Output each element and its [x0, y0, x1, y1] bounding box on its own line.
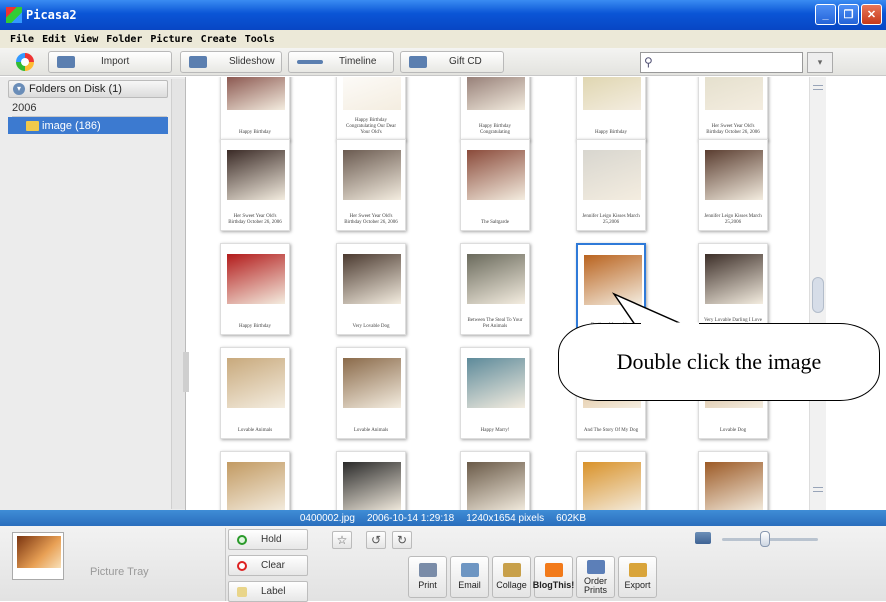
rotate-left-button[interactable]: ↺: [366, 531, 386, 549]
zoom-icon: [695, 532, 711, 544]
email-button[interactable]: Email: [450, 556, 489, 598]
label-icon: [237, 586, 247, 597]
clear-button[interactable]: Clear: [228, 555, 308, 576]
print-button[interactable]: Print: [408, 556, 447, 598]
status-filename: 0400002.jpg: [299, 512, 355, 524]
clear-icon: [237, 560, 247, 571]
blogger-icon: [544, 563, 563, 577]
status-dimensions: 1240x1654 pixels: [466, 512, 545, 524]
email-icon: [460, 563, 479, 577]
zoom-slider-knob[interactable]: [760, 531, 771, 547]
blogthis-button[interactable]: BlogThis!: [533, 556, 574, 598]
export-button[interactable]: Export: [618, 556, 657, 598]
label-button[interactable]: Label: [228, 581, 308, 602]
order-prints-icon: [586, 560, 605, 574]
order-prints-button[interactable]: Order Prints: [576, 556, 615, 598]
picture-tray-label: Picture Tray: [90, 566, 149, 578]
status-filesize: 602KB: [556, 512, 587, 524]
export-icon: [628, 563, 647, 577]
hold-button[interactable]: Hold: [228, 529, 308, 550]
collage-button[interactable]: Collage: [492, 556, 531, 598]
action-bar: Print Email Collage BlogThis! Order Prin…: [408, 556, 738, 600]
status-bar: 0400002.jpg 2006-10-14 1:29:18 1240x1654…: [0, 510, 886, 526]
rotate-right-button[interactable]: ↻: [392, 531, 412, 549]
hold-icon: [237, 534, 247, 545]
tray-thumbnail[interactable]: [12, 532, 64, 580]
star-button[interactable]: ☆: [332, 531, 352, 549]
status-date: 2006-10-14 1:29:18: [366, 512, 455, 524]
collage-icon: [502, 563, 521, 577]
printer-icon: [418, 563, 437, 577]
